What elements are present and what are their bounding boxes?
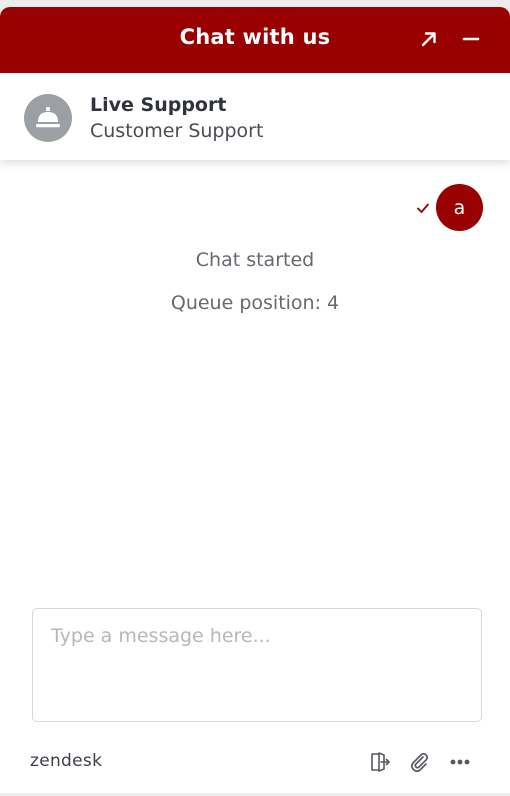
minus-icon <box>462 37 480 41</box>
end-chat-button[interactable] <box>366 749 392 775</box>
minimize-button[interactable] <box>457 25 485 53</box>
check-icon <box>417 203 429 213</box>
chat-widget: Chat with us Live Support Customer Suppo… <box>0 7 510 793</box>
user-avatar: a <box>436 184 483 231</box>
agent-info-bar: Live Support Customer Support <box>0 73 510 160</box>
agent-avatar <box>24 94 72 142</box>
agent-role: Customer Support <box>90 120 264 142</box>
more-options-button[interactable] <box>447 749 473 775</box>
popout-button[interactable] <box>415 25 443 53</box>
chat-header: Chat with us <box>0 7 510 73</box>
system-message-queue-position: Queue position: 4 <box>170 292 340 314</box>
paperclip-icon <box>410 752 429 773</box>
end-chat-icon <box>371 752 390 772</box>
agent-name: Live Support <box>90 94 227 116</box>
concierge-bell-icon <box>36 107 60 128</box>
attach-file-button[interactable] <box>406 749 432 775</box>
chat-footer: zendesk <box>0 745 510 785</box>
message-composer <box>32 608 482 722</box>
more-icon <box>450 759 470 765</box>
message-input[interactable] <box>51 625 471 705</box>
arrow-up-right-icon <box>421 32 436 47</box>
system-message-chat-started: Chat started <box>195 249 315 271</box>
chat-log: a Chat started Queue position: 4 <box>0 160 510 600</box>
zendesk-logo[interactable]: zendesk <box>30 751 102 771</box>
